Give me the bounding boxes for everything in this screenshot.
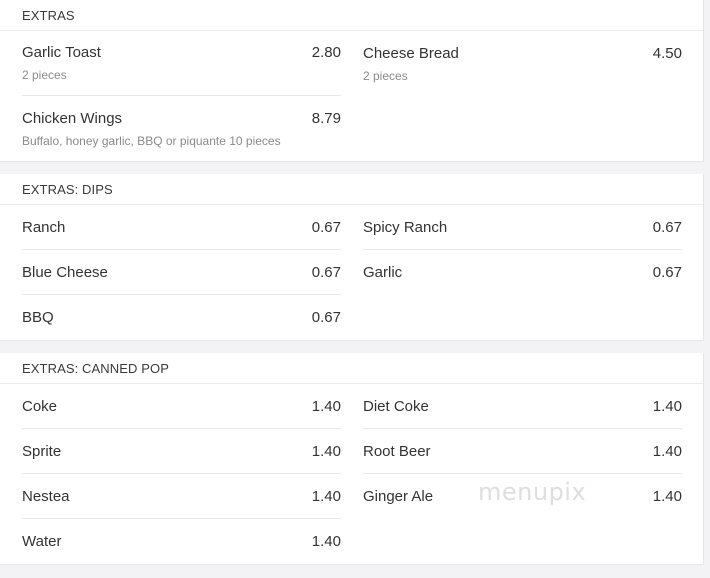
item-price: 1.40 (311, 442, 341, 460)
item-price: 8.79 (311, 109, 341, 127)
section-title: EXTRAS (0, 0, 703, 31)
menu-item[interactable]: Diet Coke 1.40 (363, 384, 682, 429)
item-name: Cheese Bread (363, 44, 459, 62)
item-price: 1.40 (652, 397, 682, 415)
item-name: Sprite (22, 442, 62, 460)
item-price: 0.67 (652, 264, 682, 281)
item-name: Coke (22, 397, 58, 415)
item-name: Diet Coke (363, 397, 429, 415)
item-price: 4.50 (652, 44, 682, 62)
item-name: Ginger Ale (363, 488, 434, 505)
menu-item[interactable]: Coke 1.40 (22, 384, 341, 429)
item-name: BBQ (22, 309, 54, 326)
item-price: 1.40 (311, 533, 341, 550)
item-price: 0.67 (311, 309, 341, 326)
watermark-logo: menupix (478, 478, 587, 506)
item-price: 1.40 (311, 397, 341, 415)
item-description: Buffalo, honey garlic, BBQ or piquante 1… (22, 133, 281, 148)
section-title: EXTRAS: CANNED POP (0, 353, 703, 384)
menu-item[interactable]: Cheese Bread 4.50 2 pieces (363, 31, 682, 96)
empty-cell (363, 519, 682, 564)
item-name: Chicken Wings (22, 109, 123, 127)
item-name: Spicy Ranch (363, 218, 448, 236)
item-description: 2 pieces (363, 68, 408, 83)
item-name: Ranch (22, 218, 66, 236)
menu-item[interactable]: Blue Cheese 0.67 (22, 250, 341, 295)
menu-item[interactable]: Chicken Wings 8.79 Buffalo, honey garlic… (22, 96, 341, 161)
menu-item[interactable]: Sprite 1.40 (22, 429, 341, 474)
item-name: Garlic (363, 264, 403, 281)
item-price: 1.40 (652, 442, 682, 460)
item-name: Garlic Toast (22, 44, 101, 61)
menu-item[interactable]: Ranch 0.67 (22, 205, 341, 250)
menu-section-extras: EXTRAS Garlic Toast 2.80 2 pieces Cheese… (0, 0, 704, 162)
menu-item[interactable]: Nestea 1.40 (22, 474, 341, 519)
menu-item[interactable]: Garlic Toast 2.80 2 pieces (22, 31, 341, 96)
item-price: 0.67 (652, 218, 682, 236)
item-price: 1.40 (311, 487, 341, 505)
item-name: Nestea (22, 487, 70, 505)
item-name: Blue Cheese (22, 263, 108, 281)
empty-cell (363, 96, 682, 161)
item-price: 2.80 (311, 44, 341, 61)
item-price: 0.67 (311, 218, 341, 236)
item-price: 1.40 (652, 488, 682, 505)
item-name: Water (22, 533, 62, 550)
section-title: EXTRAS: DIPS (0, 174, 703, 205)
item-price: 0.67 (311, 263, 341, 281)
menu-section-dips: EXTRAS: DIPS Ranch 0.67 Spicy Ranch 0.67… (0, 174, 704, 341)
menu-section-canned-pop: EXTRAS: CANNED POP Coke 1.40 Diet Coke 1… (0, 353, 704, 565)
item-name: Root Beer (363, 442, 431, 460)
menu-item[interactable]: Garlic 0.67 (363, 250, 682, 295)
item-description: 2 pieces (22, 68, 67, 82)
menu-item[interactable]: Root Beer 1.40 (363, 429, 682, 474)
menu-item[interactable]: BBQ 0.67 (22, 295, 341, 340)
empty-cell (363, 295, 682, 340)
menu-item[interactable]: Spicy Ranch 0.67 (363, 205, 682, 250)
menu-item[interactable]: Water 1.40 (22, 519, 341, 564)
